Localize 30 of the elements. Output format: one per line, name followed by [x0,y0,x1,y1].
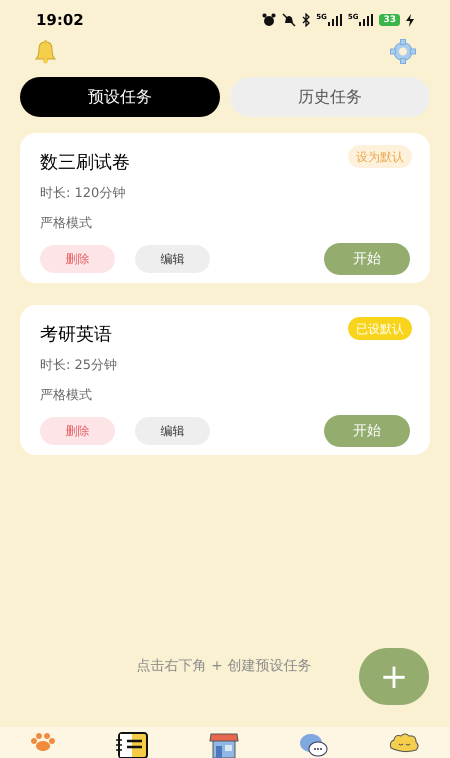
tab[interactable]: 预设任务 [20,77,220,117]
duration-text: 时长: 25分钟 [40,357,118,375]
alarm-icon [262,13,276,27]
charging-icon [406,14,414,26]
edit-button[interactable]: 编辑 [135,245,210,273]
delete-button[interactable]: 删除 [40,245,115,273]
signal-icon [359,14,374,26]
mode-text: 严格模式 [40,386,93,404]
add-button[interactable]: + [359,648,429,705]
default-button[interactable]: 设为默认 [348,145,412,168]
task-title: 考研英语 [40,323,112,347]
hint-text: 点击右下角 + 创建预设任务 [136,657,312,676]
status-time: 19:02 [36,10,84,31]
default-button[interactable]: 已设默认 [348,317,412,340]
task-title: 数三刷试卷 [40,151,130,175]
duration-text: 时长: 120分钟 [40,185,126,203]
muted-bell-icon [282,13,296,27]
signal-icon [328,14,342,26]
delete-button[interactable]: 删除 [40,417,115,445]
notebook-icon[interactable] [115,732,150,758]
shop-icon[interactable] [208,732,239,758]
start-button[interactable]: 开始 [324,243,410,275]
bluetooth-icon [302,13,310,27]
battery-level: 33 [379,14,400,26]
tab[interactable]: 历史任务 [230,77,430,117]
smiley-cloud-icon[interactable] [388,732,420,754]
chat-icon[interactable] [298,732,329,758]
start-button[interactable]: 开始 [324,415,410,447]
edit-button[interactable]: 编辑 [135,417,210,445]
mode-text: 严格模式 [40,214,93,232]
